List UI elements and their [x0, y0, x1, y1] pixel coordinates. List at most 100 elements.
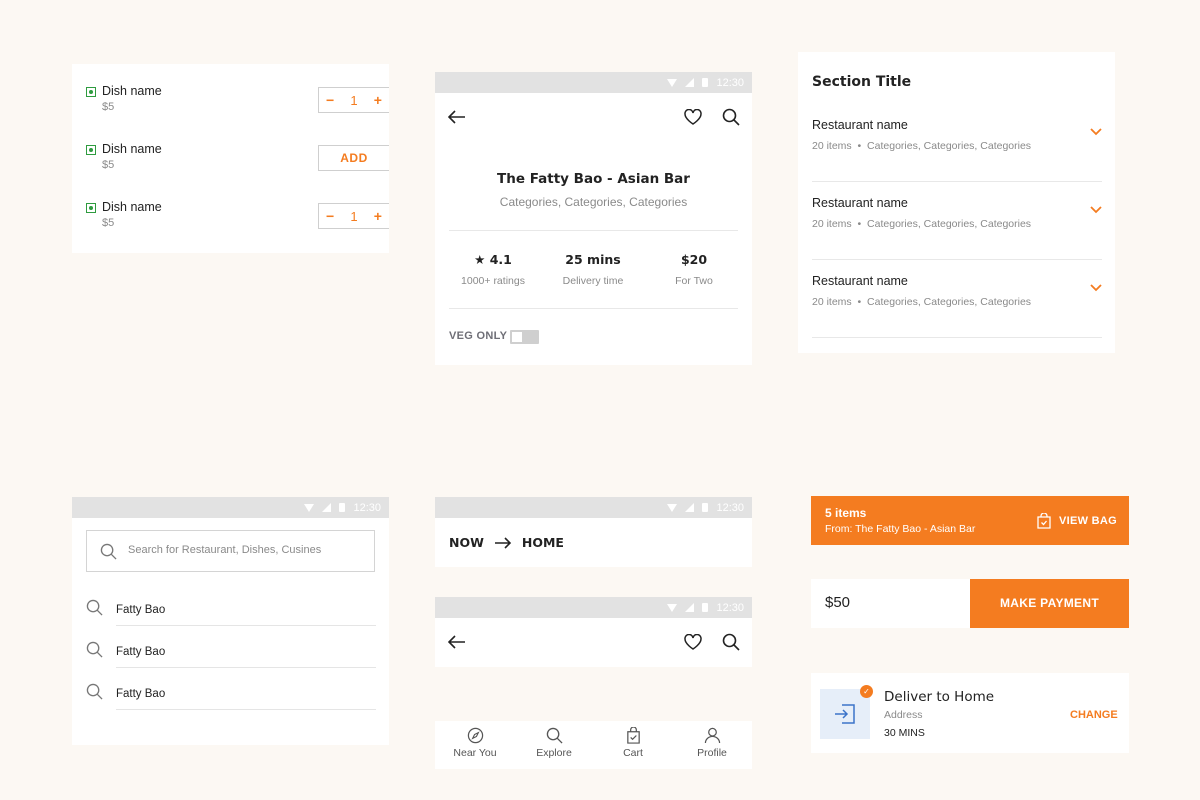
- status-time: 12:30: [716, 501, 744, 514]
- heart-icon[interactable]: [684, 634, 702, 650]
- status-time: 12:30: [353, 501, 381, 514]
- item-count: 20 items: [812, 140, 852, 152]
- restaurant-categories: Categories, Categories, Categories: [499, 195, 688, 209]
- dish-name: Dish name: [102, 142, 162, 156]
- address-title: Deliver to Home: [884, 689, 995, 705]
- delivery-time-stat: 25 mins Delivery time: [543, 252, 643, 287]
- quantity-value: 1: [350, 208, 358, 224]
- chevron-down-icon[interactable]: [1090, 284, 1102, 292]
- dish-price: $5: [102, 101, 115, 113]
- bag-icon: [1037, 513, 1051, 529]
- divider: [116, 625, 376, 626]
- payment-amount: $50: [825, 594, 851, 611]
- search-suggestion-1[interactable]: Fatty Bao: [86, 595, 376, 635]
- veg-indicator-icon: [86, 87, 96, 97]
- status-bar: 12:30: [435, 72, 752, 93]
- search-input[interactable]: Search for Restaurant, Dishes, Cusines: [86, 530, 375, 572]
- view-bag-button[interactable]: VIEW BAG: [1059, 515, 1117, 527]
- search-icon[interactable]: [722, 633, 740, 651]
- back-arrow-icon[interactable]: [448, 635, 466, 649]
- nav-label: Near You: [453, 747, 497, 759]
- nav-label: Profile: [697, 747, 727, 759]
- nav-item-near-you[interactable]: Near You: [435, 721, 515, 759]
- bag-restaurant: From: The Fatty Bao - Asian Bar: [825, 523, 976, 535]
- search-suggestion-3[interactable]: Fatty Bao: [86, 679, 376, 719]
- restaurant-list-item-3[interactable]: Restaurant name 20 items • Categories, C…: [812, 260, 1102, 338]
- wifi-icon: [304, 503, 315, 512]
- increment-button[interactable]: +: [374, 208, 382, 224]
- app-bar-card: 12:30: [435, 597, 752, 667]
- nav-item-cart[interactable]: Cart: [593, 721, 673, 759]
- view-bag-bar[interactable]: 5 items From: The Fatty Bao - Asian Bar …: [811, 496, 1129, 545]
- enter-door-icon: [835, 704, 855, 724]
- delivery-route[interactable]: NOW HOME: [449, 535, 564, 550]
- veg-only-toggle[interactable]: [510, 330, 539, 344]
- restaurant-list-item-2[interactable]: Restaurant name 20 items • Categories, C…: [812, 182, 1102, 260]
- menu-items-card: Dish name $5 − 1 + Dish name $5 ADD Dish…: [72, 64, 389, 253]
- selected-check-icon: ✓: [860, 685, 873, 698]
- status-bar: 12:30: [435, 497, 752, 518]
- toggle-knob: [512, 332, 522, 342]
- compass-icon: [467, 727, 483, 744]
- restaurant-detail-card: 12:30 The Fatty Bao - Asian Bar Categori…: [435, 72, 752, 365]
- suggestion-text: Fatty Bao: [116, 646, 166, 658]
- cost-for-two-stat: $20 For Two: [644, 252, 744, 287]
- decrement-button[interactable]: −: [326, 208, 334, 224]
- search-icon[interactable]: [722, 108, 740, 126]
- increment-button[interactable]: +: [374, 92, 382, 108]
- restaurant-name: Restaurant name: [812, 274, 908, 288]
- restaurant-name: The Fatty Bao - Asian Bar: [497, 171, 690, 187]
- status-bar: 12:30: [72, 497, 389, 518]
- nav-item-profile[interactable]: Profile: [672, 721, 752, 759]
- delivery-location: HOME: [521, 535, 564, 550]
- divider: [449, 308, 738, 309]
- dish-name: Dish name: [102, 200, 162, 214]
- make-payment-button[interactable]: MAKE PAYMENT: [970, 579, 1129, 628]
- status-bar: 12:30: [435, 597, 752, 618]
- battery-icon: [702, 503, 709, 512]
- divider: [116, 667, 376, 668]
- search-suggestion-2[interactable]: Fatty Bao: [86, 637, 376, 677]
- chevron-down-icon[interactable]: [1090, 128, 1102, 136]
- wifi-icon: [667, 78, 678, 87]
- search-icon: [86, 683, 103, 700]
- dish-price: $5: [102, 217, 115, 229]
- delivery-address-card: ✓ Deliver to Home Address 30 MINS CHANGE: [811, 673, 1129, 753]
- restaurant-list-item-1[interactable]: Restaurant name 20 items • Categories, C…: [812, 104, 1102, 182]
- signal-icon: [322, 503, 332, 512]
- arrow-right-icon: [494, 536, 512, 549]
- restaurant-categories: Categories, Categories, Categories: [867, 296, 1032, 308]
- user-icon: [704, 727, 720, 744]
- rating-label: 1000+ ratings: [461, 275, 525, 287]
- search-icon: [86, 599, 103, 616]
- suggestion-text: Fatty Bao: [116, 688, 166, 700]
- divider: [449, 230, 738, 231]
- heart-icon[interactable]: [684, 109, 702, 125]
- cost-value: $20: [680, 252, 708, 267]
- restaurant-categories: Categories, Categories, Categories: [867, 140, 1032, 152]
- delivery-time-label: Delivery time: [562, 275, 624, 287]
- nav-label: Explore: [536, 747, 572, 759]
- chevron-down-icon[interactable]: [1090, 206, 1102, 214]
- delivery-time-value: 25 mins: [565, 252, 621, 267]
- status-time: 12:30: [716, 76, 744, 89]
- wifi-icon: [667, 503, 678, 512]
- suggestion-text: Fatty Bao: [116, 604, 166, 616]
- decrement-button[interactable]: −: [326, 92, 334, 108]
- search-placeholder: Search for Restaurant, Dishes, Cusines: [128, 544, 322, 556]
- veg-indicator-icon: [86, 145, 96, 155]
- bag-icon: [626, 727, 640, 744]
- add-button[interactable]: ADD: [318, 145, 389, 171]
- signal-icon: [685, 503, 695, 512]
- dish-price: $5: [102, 159, 115, 171]
- nav-item-explore[interactable]: Explore: [514, 721, 594, 759]
- change-address-button[interactable]: CHANGE: [1070, 709, 1118, 721]
- back-arrow-icon[interactable]: [448, 110, 466, 124]
- bottom-navigation: Near You Explore Cart Profile: [435, 721, 752, 769]
- rating-value: ★ 4.1: [474, 252, 512, 267]
- signal-icon: [685, 603, 695, 612]
- address-subtitle: Address: [884, 709, 923, 721]
- restaurant-meta: 20 items • Categories, Categories, Categ…: [812, 140, 1032, 152]
- item-count: 20 items: [812, 296, 852, 308]
- bag-item-count: 5 items: [825, 506, 867, 520]
